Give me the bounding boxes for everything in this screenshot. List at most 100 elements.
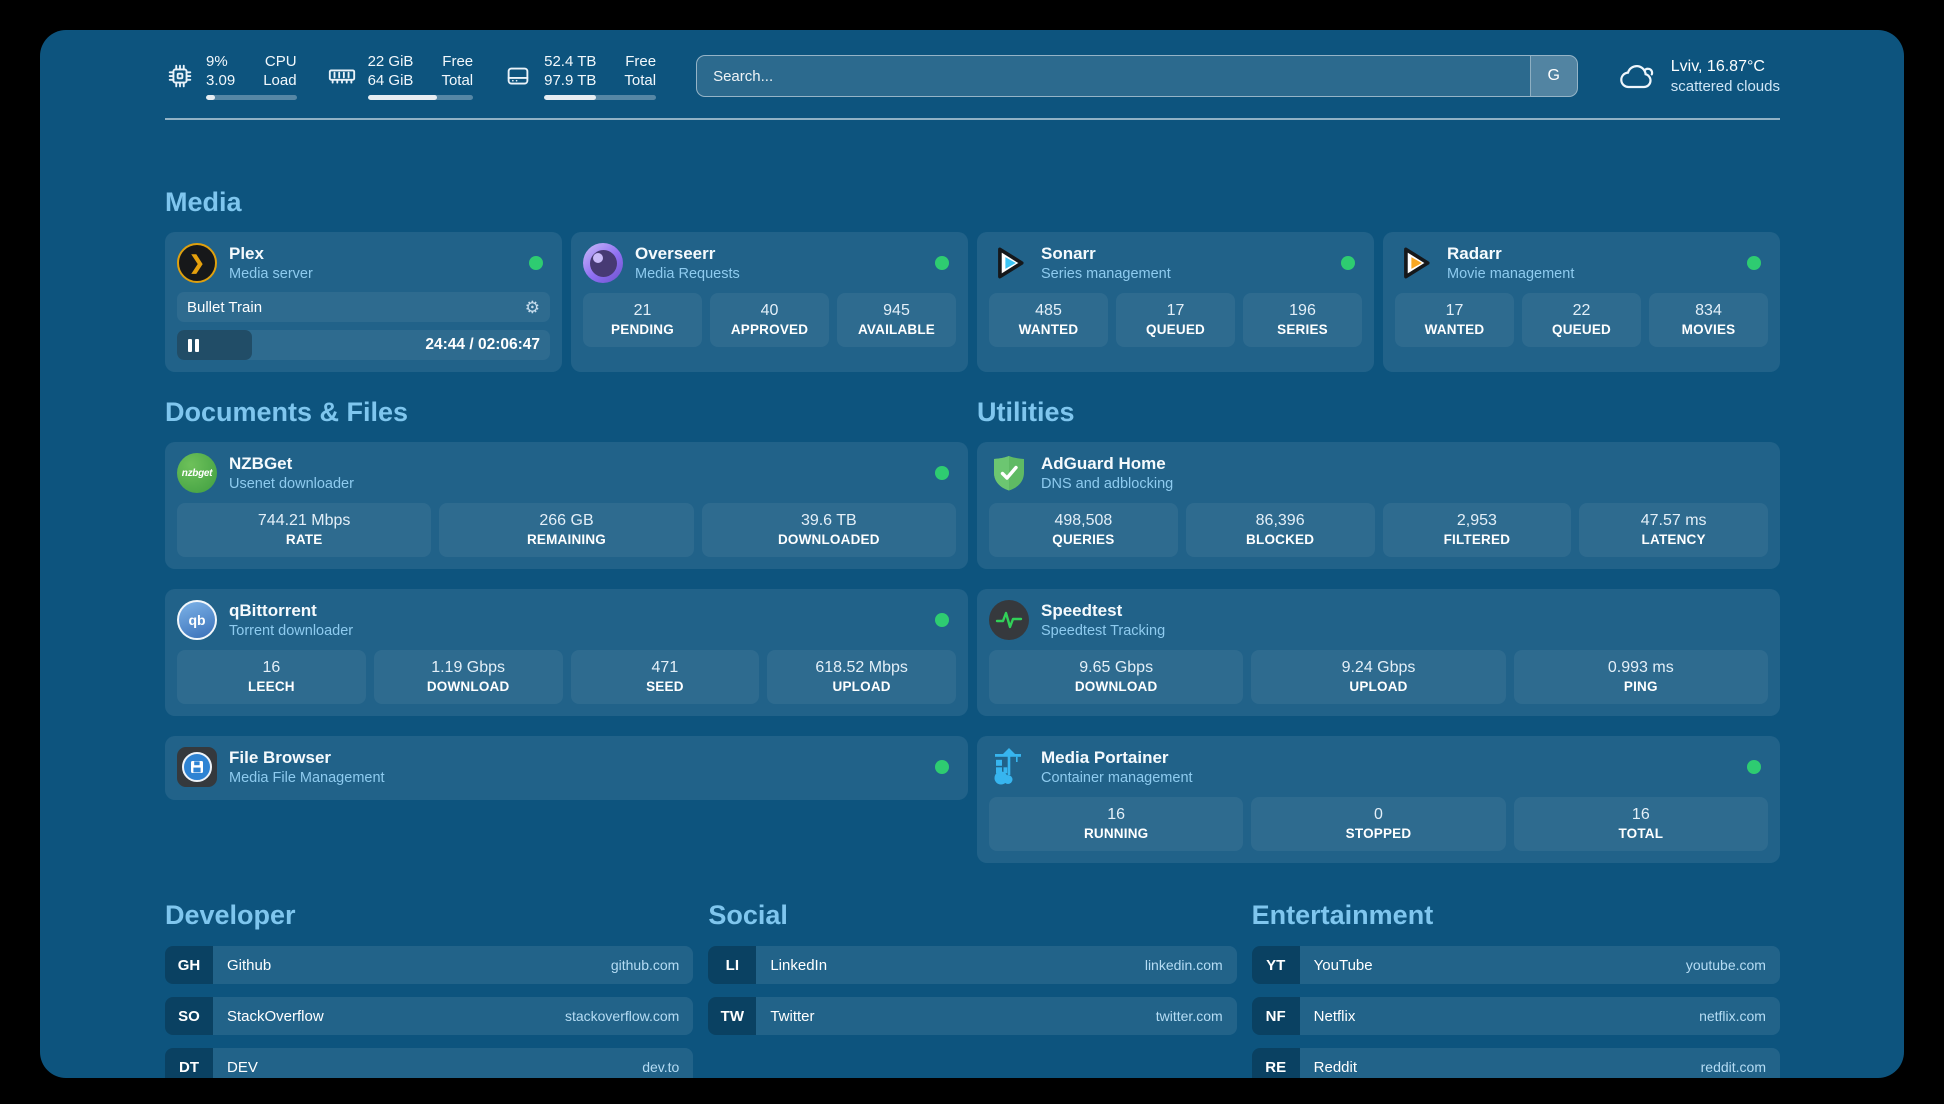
stat-label: RATE [181,531,427,549]
middle-columns: Documents & Files nzbget NZBGet Usenet d… [165,396,1780,863]
service-card-adguard[interactable]: AdGuard Home DNS and adblocking 498,508 … [977,442,1780,569]
card-head: Overseerr Media Requests [583,242,956,284]
stat-value: 16 [181,657,362,678]
radarr-icon [1395,243,1435,283]
stat-block: 1.19 Gbps DOWNLOAD [374,650,563,704]
bookmark-group-entertainment: Entertainment YT YouTube youtube.com NF … [1252,899,1780,1078]
section-title-documents: Documents & Files [165,396,968,429]
service-name: Sonarr [1041,243,1171,265]
bookmark-url: github.com [611,957,679,973]
bookmark-name: Netflix [1314,1008,1356,1025]
card-head: AdGuard Home DNS and adblocking [989,452,1768,494]
stats-row: 744.21 Mbps RATE 266 GB REMAINING 39.6 T… [177,503,956,557]
service-card-qbittorrent[interactable]: qb qBittorrent Torrent downloader 16 LEE… [165,589,968,716]
stat-block: 0 STOPPED [1251,797,1505,851]
stat-block: 2,953 FILTERED [1383,503,1572,557]
cloud-icon [1618,61,1658,91]
stat-value: 266 GB [443,510,689,531]
service-subtitle: Torrent downloader [229,622,353,641]
disk-total-label: Total [624,71,656,90]
search-input[interactable] [696,55,1578,97]
card-head: nzbget NZBGet Usenet downloader [177,452,956,494]
service-card-sonarr[interactable]: Sonarr Series management 485 WANTED 17 Q… [977,232,1374,372]
service-card-radarr[interactable]: Radarr Movie management 17 WANTED 22 QUE… [1383,232,1780,372]
bookmark-name: Twitter [770,1008,814,1025]
memory-free-value: 22 GiB [368,52,414,71]
service-card-nzbget[interactable]: nzbget NZBGet Usenet downloader 744.21 M… [165,442,968,569]
bookmark-reddit[interactable]: RE Reddit reddit.com [1252,1048,1780,1078]
bookmark-github[interactable]: GH Github github.com [165,946,693,984]
weather-condition: scattered clouds [1671,77,1780,96]
service-subtitle: Media Requests [635,265,740,284]
disk-free-label: Free [624,52,656,71]
stat-label: BLOCKED [1190,531,1371,549]
bookmark-abbr: RE [1252,1048,1300,1078]
nzbget-icon: nzbget [177,453,217,493]
stat-label: MOVIES [1653,321,1764,339]
bookmark-name: Reddit [1314,1059,1357,1076]
sonarr-icon [989,243,1029,283]
playback-progress-bar[interactable]: 24:44 / 02:06:47 [177,330,550,360]
bookmark-url: twitter.com [1156,1008,1223,1024]
card-head: Speedtest Speedtest Tracking [989,599,1768,641]
service-subtitle: Movie management [1447,265,1574,284]
bookmark-stackoverflow[interactable]: SO StackOverflow stackoverflow.com [165,997,693,1035]
service-subtitle: Usenet downloader [229,475,354,494]
bookmark-name: YouTube [1314,957,1373,974]
service-name: qBittorrent [229,600,353,622]
service-card-portainer[interactable]: Media Portainer Container management 16 … [977,736,1780,863]
stat-block: 945 AVAILABLE [837,293,956,347]
service-name: Overseerr [635,243,740,265]
stat-value: 40 [714,300,825,321]
service-card-filebrowser[interactable]: File Browser Media File Management [165,736,968,800]
weather-widget[interactable]: Lviv, 16.87°C scattered clouds [1618,56,1780,96]
service-name: Plex [229,243,313,265]
stat-block: 196 SERIES [1243,293,1362,347]
service-card-plex[interactable]: Plex Media server Bullet Train 24:44 / 0… [165,232,562,372]
disk-icon [503,61,533,91]
stats-row: 17 WANTED 22 QUEUED 834 MOVIES [1395,293,1768,347]
now-playing-row: Bullet Train [177,292,550,322]
stat-label: AVAILABLE [841,321,952,339]
bookmark-twitter[interactable]: TW Twitter twitter.com [708,997,1236,1035]
stats-row: 498,508 QUERIES 86,396 BLOCKED 2,953 FIL… [989,503,1768,557]
bookmark-group-social: Social LI LinkedIn linkedin.com TW Twitt… [708,899,1236,1048]
stat-label: QUERIES [993,531,1174,549]
stat-block: 618.52 Mbps UPLOAD [767,650,956,704]
speedtest-icon [989,600,1029,640]
service-name: AdGuard Home [1041,453,1173,475]
memory-resource-body: 22 GiB Free 64 GiB Total [368,52,474,100]
status-dot [935,256,949,270]
stat-block: 16 TOTAL [1514,797,1768,851]
stat-value: 9.65 Gbps [993,657,1239,678]
section-title-media: Media [165,186,1780,219]
stat-label: WANTED [993,321,1104,339]
service-subtitle: Speedtest Tracking [1041,622,1165,641]
search-provider-button[interactable]: G [1530,56,1577,96]
bookmark-url: youtube.com [1686,957,1766,973]
overseerr-icon [583,243,623,283]
cpu-load-value: 3.09 [206,71,235,90]
bookmark-abbr: YT [1252,946,1300,984]
plex-icon [177,243,217,283]
service-card-speedtest[interactable]: Speedtest Speedtest Tracking 9.65 Gbps D… [977,589,1780,716]
top-bar: 9% CPU 3.09 Load 22 GiB Free [165,30,1780,106]
stat-value: 17 [1399,300,1510,321]
service-subtitle: Container management [1041,769,1193,788]
service-card-overseerr[interactable]: Overseerr Media Requests 21 PENDING 40 A… [571,232,968,372]
pause-icon[interactable] [188,339,199,352]
filebrowser-icon [177,747,217,787]
bookmark-linkedin[interactable]: LI LinkedIn linkedin.com [708,946,1236,984]
stat-label: APPROVED [714,321,825,339]
bookmark-youtube[interactable]: YT YouTube youtube.com [1252,946,1780,984]
status-dot [529,256,543,270]
bookmark-netflix[interactable]: NF Netflix netflix.com [1252,997,1780,1035]
cpu-progress-fill [206,95,215,100]
topbar-divider [165,118,1780,120]
disk-total-value: 97.9 TB [544,71,596,90]
service-name: Radarr [1447,243,1574,265]
card-head: Radarr Movie management [1395,242,1768,284]
bookmark-dev[interactable]: DT DEV dev.to [165,1048,693,1078]
gear-icon[interactable] [525,299,540,316]
dashboard: 9% CPU 3.09 Load 22 GiB Free [40,30,1904,1078]
